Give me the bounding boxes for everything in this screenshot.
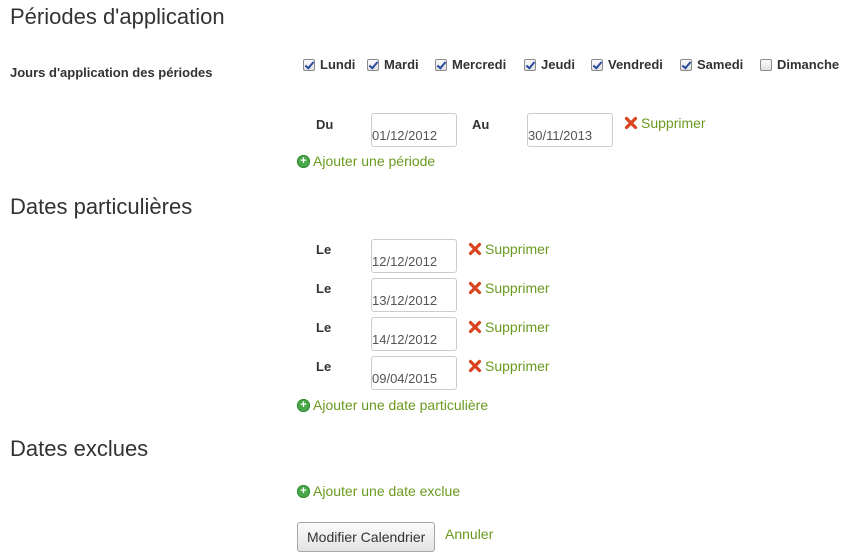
red-x-icon — [468, 359, 482, 373]
day-label: Mercredi — [452, 57, 507, 72]
checkbox-icon[interactable] — [591, 58, 603, 71]
delete-date-link[interactable]: Supprimer — [468, 241, 550, 257]
checkbox-icon[interactable] — [524, 58, 536, 71]
green-plus-circle-icon: + — [297, 154, 310, 168]
cancel-link[interactable]: Annuler — [445, 526, 493, 542]
delete-label: Supprimer — [485, 280, 550, 296]
add-specific-date-link[interactable]: + Ajouter une date particulière — [297, 397, 488, 413]
day-label: Samedi — [697, 57, 744, 72]
day-checkbox-samedi[interactable]: Samedi — [680, 57, 743, 72]
add-excluded-date-link[interactable]: + Ajouter une date exclue — [297, 483, 460, 499]
day-checkbox-lundi[interactable]: Lundi — [303, 57, 355, 72]
specific-date-input[interactable]: 09/04/2015 — [371, 356, 457, 390]
delete-date-link[interactable]: Supprimer — [468, 319, 550, 335]
red-x-icon — [468, 320, 482, 334]
checkbox-icon[interactable] — [760, 58, 772, 71]
day-label: Lundi — [320, 57, 356, 72]
specific-date-value: 09/04/2015 — [372, 371, 438, 386]
to-date-input[interactable]: 30/11/2013 — [527, 113, 613, 147]
delete-label: Supprimer — [641, 115, 706, 131]
excluded-dates-title: Dates exclues — [10, 436, 149, 461]
checkbox-icon[interactable] — [680, 58, 692, 71]
delete-period-link[interactable]: Supprimer — [624, 115, 706, 131]
specific-dates-title: Dates particulières — [10, 194, 193, 219]
specific-date-input[interactable]: 12/12/2012 — [371, 239, 457, 273]
from-date-value: 01/12/2012 — [372, 128, 438, 143]
date-row-label: Le — [316, 242, 332, 257]
modify-calendar-button[interactable]: Modifier Calendrier — [297, 522, 436, 552]
to-label: Au — [472, 117, 490, 132]
day-checkbox-mardi[interactable]: Mardi — [367, 57, 419, 72]
add-period-link[interactable]: + Ajouter une période — [297, 153, 435, 169]
specific-date-value: 14/12/2012 — [372, 332, 438, 347]
green-plus-circle-icon: + — [297, 484, 310, 498]
specific-date-value: 12/12/2012 — [372, 254, 438, 269]
day-label: Jeudi — [541, 57, 575, 72]
add-period-label: Ajouter une période — [313, 153, 436, 169]
date-row-label: Le — [316, 359, 332, 374]
day-label: Mardi — [384, 57, 419, 72]
day-label: Vendredi — [608, 57, 663, 72]
day-checkbox-mercredi[interactable]: Mercredi — [435, 57, 506, 72]
date-row-label: Le — [316, 281, 332, 296]
days-label: Jours d'application des périodes — [10, 65, 213, 80]
delete-label: Supprimer — [485, 241, 550, 257]
checkbox-icon[interactable] — [303, 58, 315, 71]
day-checkbox-jeudi[interactable]: Jeudi — [524, 57, 575, 72]
day-checkbox-vendredi[interactable]: Vendredi — [591, 57, 663, 72]
delete-label: Supprimer — [485, 358, 550, 374]
from-date-input[interactable]: 01/12/2012 — [371, 113, 457, 147]
date-row-label: Le — [316, 320, 332, 335]
red-x-icon — [468, 242, 482, 256]
green-plus-circle-icon: + — [297, 398, 310, 412]
checkbox-icon[interactable] — [435, 58, 447, 71]
delete-date-link[interactable]: Supprimer — [468, 280, 550, 296]
checkbox-icon[interactable] — [367, 58, 379, 71]
red-x-icon — [468, 281, 482, 295]
specific-date-value: 13/12/2012 — [372, 293, 438, 308]
specific-date-input[interactable]: 14/12/2012 — [371, 317, 457, 351]
specific-date-input[interactable]: 13/12/2012 — [371, 278, 457, 312]
add-specific-date-label: Ajouter une date particulière — [313, 397, 489, 413]
to-date-value: 30/11/2013 — [528, 128, 593, 143]
day-checkbox-dimanche[interactable]: Dimanche — [760, 57, 839, 72]
red-x-icon — [624, 116, 638, 130]
from-label: Du — [316, 117, 334, 132]
delete-label: Supprimer — [485, 319, 550, 335]
delete-date-link[interactable]: Supprimer — [468, 358, 550, 374]
add-excluded-date-label: Ajouter une date exclue — [313, 483, 461, 499]
periods-title: Périodes d'application — [10, 4, 225, 29]
day-label: Dimanche — [777, 57, 840, 72]
